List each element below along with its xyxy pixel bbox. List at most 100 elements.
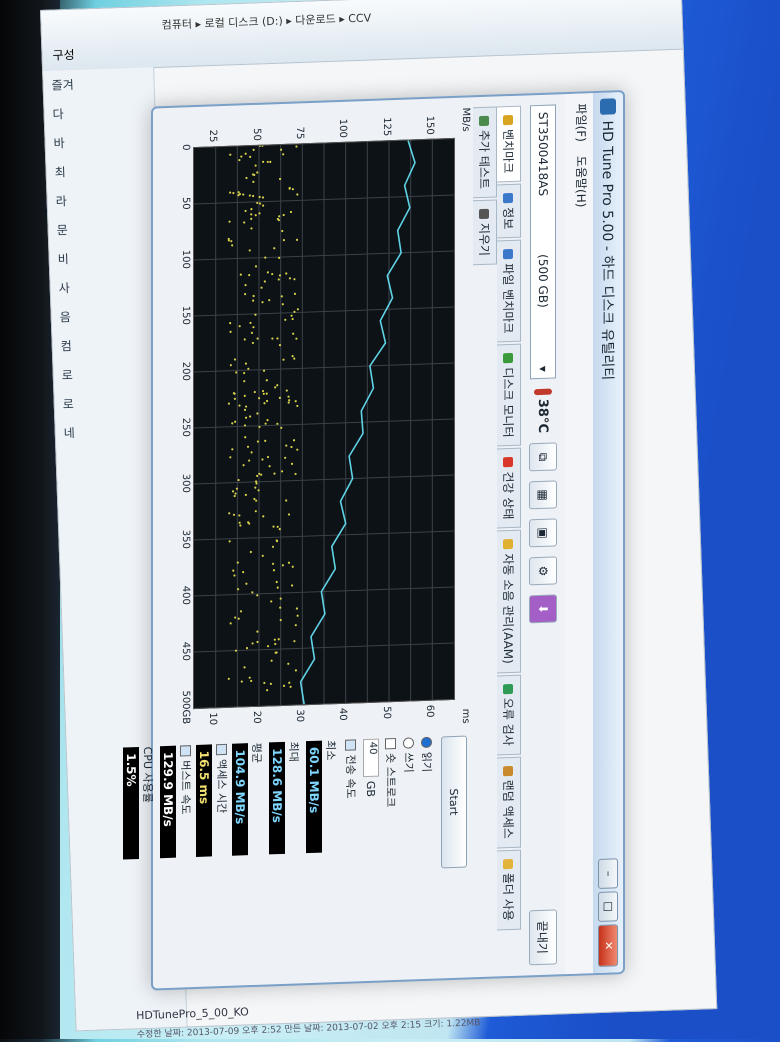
access-time-point [245, 176, 248, 180]
explorer-status-file: HDTunePro_5_00_KO [135, 1005, 250, 1023]
menu-help[interactable]: 도움말(H) [568, 156, 590, 208]
options-icon[interactable]: ⚙ [529, 556, 557, 586]
explorer-toolbar: 구성 컴퓨터 ▸ 로컬 디스크 (D:) ▸ 다운로드 ▸ CCV [41, 0, 683, 72]
tab-info[interactable]: 정보 [497, 183, 521, 239]
access-time-point [253, 497, 256, 501]
access-time-point [296, 193, 299, 196]
access-time-point [262, 392, 265, 395]
access-time-point [291, 565, 294, 568]
access-time-point [265, 392, 268, 395]
access-time-point [270, 659, 273, 662]
tab-extra-tests[interactable]: 추가 테스트 [473, 106, 497, 199]
tab-erase[interactable]: 지우기 [473, 199, 497, 266]
nav-pane-item[interactable]: 즐겨 [43, 67, 154, 100]
access-time-point [233, 397, 237, 400]
access-time-point [232, 191, 235, 195]
drive-toolbar: ST3500418AS (500 GB) ▾ 38°C ⧉ ▦ ▣ ⚙ ⬇ 끝내… [521, 94, 565, 976]
access-time-point [258, 144, 262, 147]
tab-disk-monitor[interactable]: 디스크 모니터 [497, 343, 521, 447]
tab-health[interactable]: 건강 상태 [497, 448, 521, 529]
access-time-point [293, 278, 296, 281]
access-time-point [287, 662, 290, 665]
tab-file-benchmark[interactable]: 파일 벤치마크 [497, 239, 521, 343]
access-time-point [243, 408, 247, 411]
maximize-button[interactable]: □ [598, 891, 618, 922]
access-time-point [260, 473, 263, 476]
benchmark-controls: Start 읽기 쓰기 숏 스트로크 40 GB 전송 속도 최소 60.1 M… [122, 735, 467, 898]
chart-svg [194, 139, 454, 708]
access-time-point [252, 326, 255, 329]
access-time-point [292, 332, 295, 335]
close-button[interactable]: ✕ [598, 924, 618, 967]
copy-text-icon[interactable]: ⧉ [529, 442, 557, 472]
start-button[interactable]: Start [441, 735, 467, 869]
access-time-point [265, 379, 268, 382]
access-time-point [248, 194, 251, 197]
download-icon[interactable]: ⬇ [529, 594, 557, 624]
tab-aam[interactable]: 자동 소음 관리(AAM) [497, 530, 521, 674]
access-time-point [291, 355, 294, 358]
access-time-point [244, 416, 248, 419]
address-bar[interactable]: 컴퓨터 ▸ 로컬 디스크 (D:) ▸ 다운로드 ▸ CCV [161, 9, 371, 32]
access-time-point [229, 330, 232, 334]
access-time-point [234, 649, 238, 652]
access-time-point [243, 221, 246, 224]
tab-label: 랜덤 액세스 [501, 779, 515, 840]
minimize-button[interactable]: – [598, 858, 618, 889]
access-time-point [244, 405, 248, 408]
access-time-point [295, 337, 298, 340]
access-time-point [266, 645, 270, 648]
access-time-point [232, 569, 235, 572]
temperature-value: 38°C [535, 398, 551, 434]
access-time-point [245, 582, 248, 585]
y-tick-left: 150 [424, 115, 435, 136]
tab-error-scan[interactable]: 오류 검사 [497, 674, 521, 756]
radio-empty-icon [403, 737, 415, 749]
y-unit-right: ms [460, 708, 471, 724]
drive-select[interactable]: ST3500418AS (500 GB) ▾ [530, 104, 556, 380]
access-time-point [273, 472, 276, 475]
access-time-point [229, 322, 232, 325]
tab-folder[interactable]: 폴더 사용 [497, 849, 521, 931]
access-time-point [264, 422, 267, 425]
access-time-point [245, 647, 249, 650]
access-time-point [234, 616, 237, 619]
read-radio[interactable]: 읽기 [419, 736, 435, 888]
access-time-point [248, 676, 251, 679]
copy-screenshot-icon[interactable]: ▦ [529, 480, 557, 510]
access-time-point [258, 397, 261, 400]
checkbox-empty-icon [385, 737, 397, 750]
y-tick-right: 30 [294, 709, 305, 723]
tab-random-access[interactable]: 랜덤 액세스 [497, 756, 521, 849]
access-time-checkbox[interactable]: 액세스 시간 [214, 743, 230, 895]
access-time-point [255, 482, 258, 485]
x-tick: 400 [180, 585, 191, 606]
transfer-rate-checkbox[interactable]: 전송 속도 [343, 739, 359, 890]
title-bar: HD Tune Pro 5.00 - 하드 디스크 유틸리티 – □ ✕ [593, 92, 623, 974]
access-time-point [284, 456, 287, 459]
access-time-point [248, 273, 251, 277]
exit-button[interactable]: 끝내기 [529, 909, 557, 966]
access-time-point [281, 564, 285, 567]
organize-button[interactable]: 구성 [52, 46, 75, 64]
access-time-point [229, 153, 232, 156]
avg-label: 평균 [250, 742, 263, 764]
burst-rate-checkbox[interactable]: 버스트 속도 [178, 745, 194, 896]
access-time-point [291, 188, 294, 191]
short-stroke-input[interactable]: 40 [363, 738, 379, 778]
tab-benchmark[interactable]: 벤치마크 [497, 105, 521, 183]
access-time-point [268, 299, 271, 302]
access-time-point [262, 160, 265, 163]
access-time-point [231, 448, 234, 451]
tab-label: 벤치마크 [501, 128, 515, 174]
access-time-point [227, 402, 231, 405]
x-tick: 100 [180, 249, 191, 270]
access-time-point [250, 217, 253, 220]
write-radio[interactable]: 쓰기 [401, 737, 417, 888]
access-time-point [250, 679, 253, 683]
access-time-point [293, 640, 296, 643]
menu-file[interactable]: 파일(F) [568, 103, 590, 142]
short-stroke-checkbox[interactable]: 숏 스트로크 [383, 737, 399, 889]
access-time-point [231, 244, 234, 247]
save-icon[interactable]: ▣ [529, 518, 557, 548]
